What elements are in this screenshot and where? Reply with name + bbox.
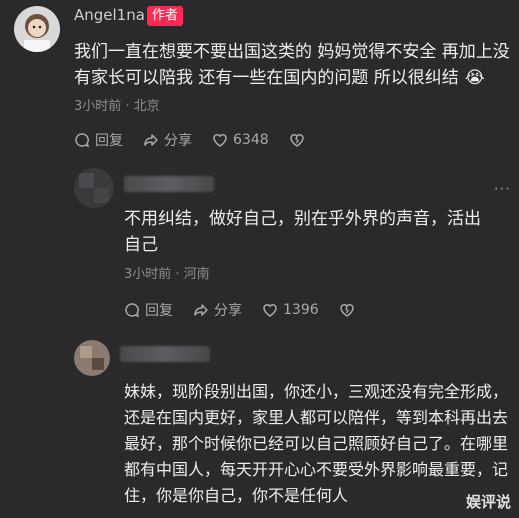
username[interactable] <box>120 346 210 362</box>
avatar-icon <box>74 168 114 208</box>
reply-icon <box>75 133 90 148</box>
comment-meta: 3小时前 · 河南 <box>124 267 210 282</box>
share-button[interactable]: 分享 <box>193 300 242 320</box>
username[interactable] <box>124 176 214 192</box>
avatar[interactable] <box>74 168 114 208</box>
reply-button[interactable]: 回复 <box>74 130 123 150</box>
author-badge: 作者 <box>147 6 184 26</box>
comment-actions: 回复 分享 6348 <box>74 130 330 150</box>
heart-icon <box>263 304 277 317</box>
avatar-icon <box>74 340 110 376</box>
reply-label: 回复 <box>95 133 123 149</box>
share-label: 分享 <box>214 303 242 319</box>
share-button[interactable]: 分享 <box>143 130 192 150</box>
like-count: 1396 <box>283 302 319 318</box>
like-button[interactable]: 1396 <box>262 302 319 318</box>
comment-meta: 3小时前 · 北京 <box>74 99 160 114</box>
reply-button[interactable]: 回复 <box>124 300 173 320</box>
broken-heart-icon <box>289 134 304 147</box>
avatar-icon <box>14 6 60 52</box>
avatar[interactable] <box>74 340 110 376</box>
crying-emoji-icon: 😭 <box>464 68 485 88</box>
share-icon <box>194 304 208 316</box>
username[interactable]: Angel1na <box>74 6 145 24</box>
avatar[interactable] <box>14 6 60 52</box>
share-label: 分享 <box>164 133 192 149</box>
share-icon <box>144 134 158 146</box>
like-button[interactable]: 6348 <box>212 132 269 148</box>
broken-heart-icon <box>339 304 354 317</box>
like-count: 6348 <box>233 132 269 148</box>
reply-icon <box>125 303 140 318</box>
comment-text-body: 我们一直在想要不要出国这类的 妈妈觉得不安全 再加上没有家长可以陪我 还有一些在… <box>74 42 510 88</box>
dislike-button[interactable] <box>289 132 310 148</box>
dislike-button[interactable] <box>339 302 360 318</box>
heart-icon <box>213 134 227 147</box>
comment-text: 不用纠结，做好自己，别在乎外界的声音，活出自己 <box>124 209 481 255</box>
comment-text: 妹妹，现阶段别出国，你还小，三观还没有完全形成，还是在国内更好，家里人都可以陪伴… <box>124 382 509 505</box>
reply-label: 回复 <box>145 303 173 319</box>
comment-text: 我们一直在想要不要出国这类的 妈妈觉得不安全 再加上没有家长可以陪我 还有一些在… <box>74 39 510 91</box>
watermark: 娱评说 <box>465 493 511 511</box>
more-icon[interactable]: ··· <box>494 180 511 198</box>
comment-actions: 回复 分享 1396 <box>124 300 380 320</box>
